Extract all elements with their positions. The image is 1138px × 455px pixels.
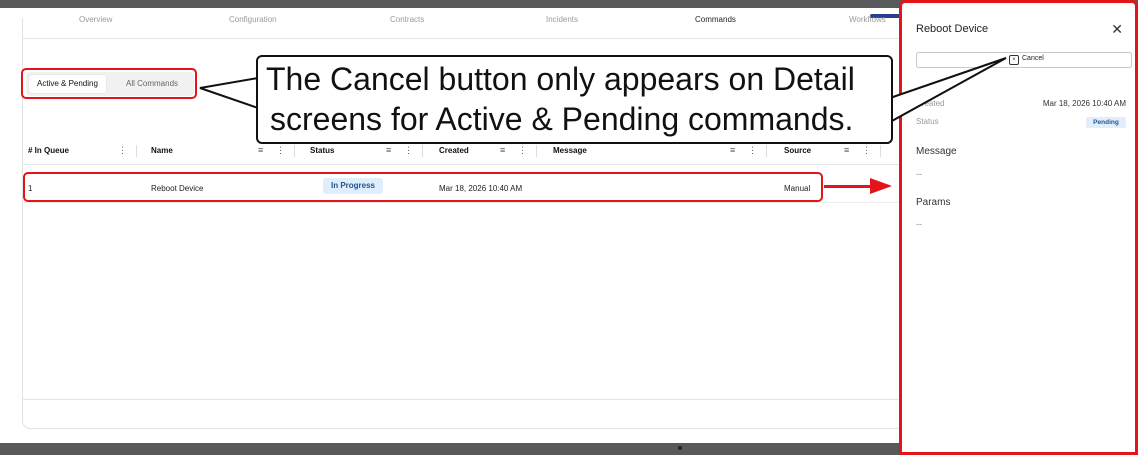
callout-line-2: screens for Active & Pending commands.: [270, 101, 854, 137]
callout-line-1: The Cancel button only appears on Detail: [266, 61, 855, 97]
message-section-value: --: [916, 169, 922, 179]
filter-icon[interactable]: ≡: [258, 145, 263, 155]
kebab-icon[interactable]: ⋮: [862, 145, 871, 156]
row-highlight-box: [23, 172, 823, 202]
header-status[interactable]: Status: [310, 146, 334, 155]
column-divider: [422, 145, 423, 157]
params-section-value: --: [916, 219, 922, 229]
header-created[interactable]: Created: [439, 146, 469, 155]
tab-workflows[interactable]: Workflows: [849, 15, 886, 24]
annotation-callout: The Cancel button only appears on Detail…: [256, 55, 893, 144]
arrow-shaft: [824, 185, 872, 188]
filter-icon[interactable]: ≡: [844, 145, 849, 155]
column-divider: [136, 145, 137, 157]
tab-overview[interactable]: Overview: [79, 15, 112, 24]
tab-bar: Overview Configuration Contracts Inciden…: [22, 8, 902, 39]
column-divider: [294, 145, 295, 157]
arrow-right-icon: [870, 178, 892, 194]
pending-badge: Pending: [1086, 117, 1126, 128]
window-bottom-bar: [0, 443, 910, 455]
column-divider: [536, 145, 537, 157]
toggle-highlight-box: [21, 68, 197, 99]
kebab-icon[interactable]: ⋮: [748, 145, 757, 156]
column-divider: [766, 145, 767, 157]
kebab-icon[interactable]: ⋮: [404, 145, 413, 156]
tab-commands[interactable]: Commands: [695, 15, 736, 24]
kebab-icon[interactable]: ⋮: [118, 145, 127, 156]
message-section-title: Message: [916, 146, 957, 157]
tab-configuration[interactable]: Configuration: [229, 15, 277, 24]
cancel-square-icon: ×: [1009, 55, 1019, 65]
header-queue[interactable]: # In Queue: [28, 146, 69, 155]
filter-icon[interactable]: ≡: [386, 145, 391, 155]
header-name[interactable]: Name: [151, 146, 173, 155]
scroll-indicator: [678, 446, 682, 450]
kebab-icon[interactable]: ⋮: [518, 145, 527, 156]
filter-icon[interactable]: ≡: [500, 145, 505, 155]
header-source[interactable]: Source: [784, 146, 811, 155]
cancel-button[interactable]: × Cancel: [916, 52, 1132, 68]
kebab-icon[interactable]: ⋮: [276, 145, 285, 156]
header-message[interactable]: Message: [553, 146, 587, 155]
drawer-title: Reboot Device: [916, 23, 989, 35]
cancel-label: Cancel: [1022, 55, 1044, 62]
created-label: Created: [916, 99, 945, 108]
column-divider: [880, 145, 881, 157]
table-footer-divider: [22, 399, 902, 400]
params-section-title: Params: [916, 197, 951, 208]
status-label: Status: [916, 117, 939, 126]
filter-icon[interactable]: ≡: [730, 145, 735, 155]
tab-incidents[interactable]: Incidents: [546, 15, 578, 24]
detail-drawer: Reboot Device ✕ × Cancel Created Mar 18,…: [899, 0, 1138, 455]
tab-contracts[interactable]: Contracts: [390, 15, 424, 24]
close-icon[interactable]: ✕: [1111, 21, 1123, 38]
created-value: Mar 18, 2026 10:40 AM: [1042, 99, 1126, 108]
